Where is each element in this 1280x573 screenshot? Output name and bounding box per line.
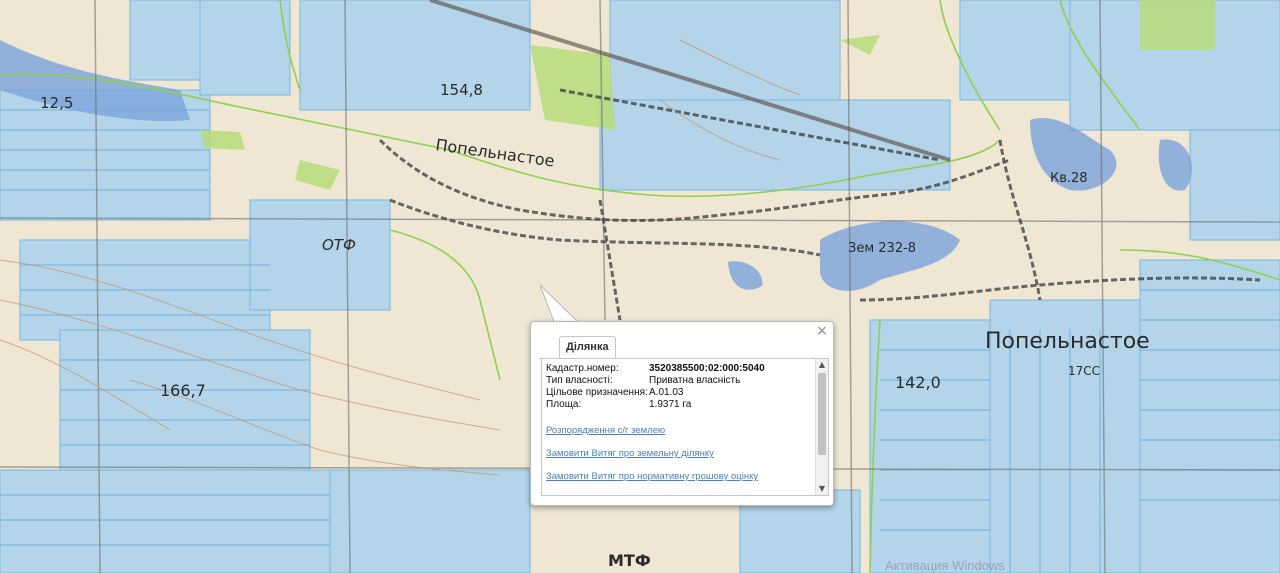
scroll-down-icon[interactable]: ▼ xyxy=(816,483,828,495)
elevation-label-1667: 166,7 xyxy=(160,381,206,400)
popup-content: Кадастр.номер: 3520385500:02:000:5040 Ти… xyxy=(541,358,829,496)
order-valuation-extract-link[interactable]: Замовити Витяг про нормативну грошову оц… xyxy=(546,471,814,482)
field-label: Кадастр.номер: xyxy=(546,363,619,374)
feature-label-17ss: 17СС xyxy=(1068,364,1100,378)
feature-label-zem: Зем 232-8 xyxy=(848,241,916,256)
land-disposal-link[interactable]: Розпорядження с/г землею xyxy=(546,425,814,436)
settlement-label-east: Попельнастое xyxy=(985,329,1150,354)
feature-label-mtf: МТФ xyxy=(608,551,651,570)
scroll-up-icon[interactable]: ▲ xyxy=(816,359,828,371)
field-row-purpose: Цільове призначення: A.01.03 xyxy=(546,387,814,399)
area-value: 1.9371 га xyxy=(649,399,692,410)
field-label: Площа: xyxy=(546,399,582,410)
popup-scrollbar[interactable]: ▲ ▼ xyxy=(815,359,828,495)
elevation-label-1548: 154,8 xyxy=(440,81,483,99)
field-label: Цільове призначення: xyxy=(546,387,648,398)
field-row-area: Площа: 1.9371 га xyxy=(546,399,814,411)
popup-tab-strip: Ділянка xyxy=(539,336,825,359)
feature-label-kv28: Кв.28 xyxy=(1050,171,1088,186)
field-row-ownership: Тип власності: Приватна власність xyxy=(546,375,814,387)
ownership-type-value: Приватна власність xyxy=(649,375,741,386)
windows-activation-watermark: Активация Windows xyxy=(885,558,1005,573)
cadastral-number-value: 3520385500:02:000:5040 xyxy=(649,363,765,374)
order-parcel-extract-link[interactable]: Замовити Витяг про земельну ділянку xyxy=(546,448,814,459)
field-label: Тип власності: xyxy=(546,375,613,386)
elevation-label-1420: 142,0 xyxy=(895,373,941,392)
field-row-cadastral: Кадастр.номер: 3520385500:02:000:5040 xyxy=(546,363,814,375)
scrollbar-thumb[interactable] xyxy=(818,373,826,455)
tab-parcel[interactable]: Ділянка xyxy=(559,336,616,359)
popup-scroll-area[interactable]: Кадастр.номер: 3520385500:02:000:5040 Ти… xyxy=(546,363,814,493)
purpose-value: A.01.03 xyxy=(649,387,684,398)
popup-pointer xyxy=(540,285,580,325)
feature-label-otf: ОТФ xyxy=(322,236,356,254)
elevation-label-125: 12,5 xyxy=(40,94,73,112)
parcel-info-popup: × Ділянка Кадастр.номер: 3520385500:02:0… xyxy=(530,321,834,506)
